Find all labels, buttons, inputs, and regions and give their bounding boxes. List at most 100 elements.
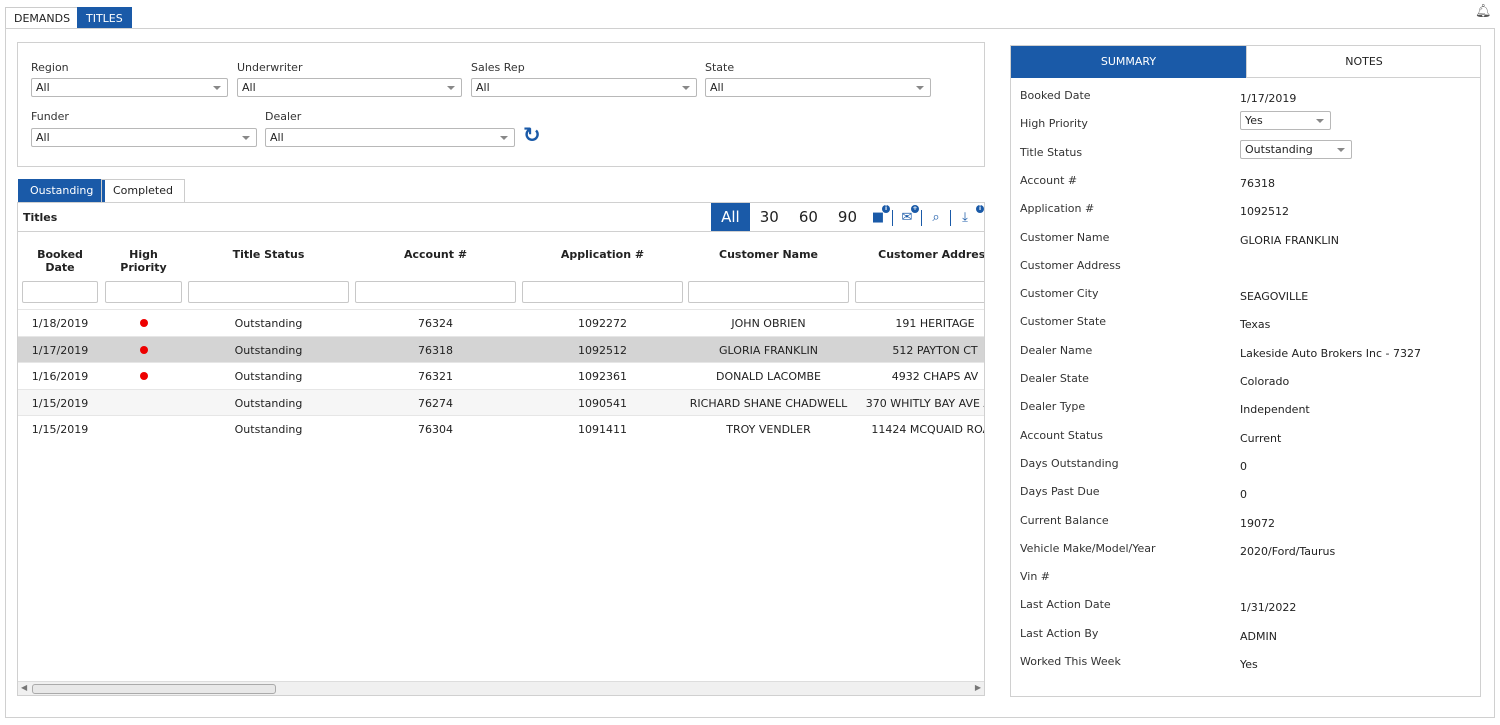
vehicle-make-model-year-label: Vehicle Make/Model/Year [1020, 541, 1156, 555]
cell-account: 76324 [418, 317, 453, 330]
dealer-type-label: Dealer Type [1020, 400, 1086, 414]
filter-60-button[interactable]: 60 [789, 203, 828, 232]
tab-notes[interactable]: NOTES [1246, 46, 1481, 78]
state-select[interactable]: All [705, 78, 931, 97]
cell-application: 1091411 [578, 423, 627, 437]
cell-status: Outstanding [234, 317, 303, 330]
cell-address: 4932 CHAPS AV [891, 370, 979, 384]
cell-address: 370 WHITLY BAY AVE APT [865, 396, 984, 410]
cell-account: 76321 [418, 370, 453, 384]
cell-application: 1092512 [578, 343, 627, 357]
column-header-status[interactable]: Title Status [188, 248, 349, 261]
column-filter-input-address[interactable] [855, 281, 984, 303]
worked-this-week-label: Worked This Week [1020, 655, 1121, 668]
divider [892, 209, 893, 226]
high-priority-dot [139, 345, 148, 354]
column-filter-input-application[interactable] [522, 281, 683, 303]
dealer-name-value: Lakeside Auto Brokers Inc - 7327 [1240, 346, 1421, 360]
cell-application: 1090541 [578, 396, 627, 410]
application-value: 1092512 [1240, 205, 1289, 219]
cell-booked: 1/15/2019 [31, 423, 89, 437]
scroll-right-icon[interactable]: ▶ [975, 683, 981, 692]
column-header-booked[interactable]: Booked Date [22, 248, 98, 274]
filter-30-button[interactable]: 30 [750, 203, 789, 232]
table-row[interactable]: 1/18/2019 Outstanding 76324 1092272 JOHN OBR… [18, 309, 984, 335]
region-select[interactable]: All [31, 78, 228, 97]
dealer-state-value: Colorado [1240, 375, 1290, 388]
days-outstanding-value: 0 [1240, 459, 1247, 473]
table-row[interactable]: 1/15/2019 Outstanding 76304 1091411 TROY VEN… [18, 415, 984, 442]
vin-label: Vin # [1020, 570, 1051, 584]
state-label: State [705, 61, 735, 74]
title-status-select[interactable]: Outstanding [1240, 139, 1352, 159]
column-header-address[interactable]: Customer Address [855, 248, 984, 261]
table-row[interactable]: 1/17/2019 Outstanding 76318 1092512 GLORIA F… [18, 335, 984, 362]
cell-account: 76318 [418, 343, 453, 357]
current-balance-value: 19072 [1240, 516, 1275, 530]
column-filter-input-status[interactable] [188, 281, 349, 303]
table-row[interactable]: 1/15/2019 Outstanding 76274 1090541 RICHARD … [18, 388, 984, 415]
cell-booked: 1/17/2019 [31, 343, 89, 357]
column-header-name[interactable]: Customer Name [688, 248, 849, 261]
summary-panel: SUMMARY NOTES Booked Date 1/17/2019 High P… [1010, 45, 1481, 697]
column-filter-input-name[interactable] [688, 281, 849, 303]
column-header-application[interactable]: Application # [522, 248, 683, 261]
column-filter-input-booked[interactable] [22, 281, 98, 303]
cell-account: 76274 [418, 396, 453, 410]
tab-summary[interactable]: SUMMARY [1011, 46, 1246, 78]
cell-account: 76304 [418, 423, 453, 437]
cell-application: 1092272 [578, 317, 627, 330]
customer-name-label: Customer Name [1020, 230, 1110, 244]
tab-titles[interactable]: TITLES [77, 7, 132, 28]
underwriter-select[interactable]: All [237, 78, 462, 97]
high-priority-dot [139, 372, 148, 381]
mail-add-icon[interactable]: ✉ + [896, 204, 919, 228]
cell-name: DONALD LACOMBE [715, 370, 821, 384]
cell-status: Outstanding [234, 396, 303, 410]
sales-rep-select[interactable]: All [471, 78, 697, 97]
column-header-priority[interactable]: High Priority [105, 248, 182, 274]
bell-icon[interactable]: 🔔︎ [1475, 4, 1492, 19]
cell-status: Outstanding [234, 343, 303, 357]
filter-90-button[interactable]: 90 [828, 203, 867, 232]
divider [18, 231, 984, 232]
column-header-account[interactable]: Account # [355, 248, 516, 261]
scrollbar-thumb[interactable] [32, 684, 276, 694]
application-label: Application # [1020, 202, 1095, 216]
high-priority-select[interactable]: Yes [1240, 111, 1331, 131]
cell-address: 512 PAYTON CT [892, 343, 978, 357]
customer-name-value: GLORIA FRANKLIN [1240, 233, 1339, 247]
cell-name: GLORIA FRANKLIN [719, 343, 818, 357]
tab-completed[interactable]: Completed [101, 179, 185, 202]
cell-name: RICHARD SHANE CHADWELL [689, 396, 848, 410]
table-row[interactable]: 1/16/2019 Outstanding 76321 1092361 DONALD L… [18, 362, 984, 389]
cell-booked: 1/16/2019 [31, 370, 89, 384]
refresh-icon[interactable]: ↻ [523, 123, 541, 147]
column-filter-input-account[interactable] [355, 281, 516, 303]
customer-state-label: Customer State [1020, 315, 1107, 329]
search-icon[interactable]: ⌕ [925, 208, 947, 228]
tab-outstanding[interactable]: Oustanding [18, 179, 106, 202]
cell-booked: 1/18/2019 [31, 317, 89, 330]
column-filter-input-priority[interactable] [105, 281, 182, 303]
cell-name: JOHN OBRIEN [731, 317, 806, 330]
download-icon[interactable]: ⤓ i [954, 204, 984, 228]
scroll-left-icon[interactable]: ◀ [21, 683, 27, 692]
customer-state-value: Texas [1240, 318, 1271, 332]
current-balance-label: Current Balance [1020, 513, 1109, 527]
filter-all-button[interactable]: All [711, 203, 750, 232]
funder-select[interactable]: All [31, 128, 257, 147]
dealer-select[interactable]: All [265, 128, 515, 147]
customer-city-value: SEAGOVILLE [1240, 290, 1309, 304]
account-status-label: Account Status [1020, 428, 1103, 442]
tab-demands[interactable]: DEMANDS [5, 7, 80, 28]
folder-info-icon[interactable]: ■ i [867, 204, 890, 228]
account-status-value: Current [1240, 431, 1282, 445]
dealer-name-label: Dealer Name [1020, 343, 1093, 357]
grid-title: Titles [23, 211, 58, 224]
cell-status: Outstanding [234, 423, 303, 437]
sales-rep-label: Sales Rep [471, 61, 525, 74]
horizontal-scrollbar[interactable]: ◀ ▶ [18, 681, 984, 695]
days-past-due-value: 0 [1240, 488, 1247, 502]
last-action-date-label: Last Action Date [1020, 598, 1111, 612]
